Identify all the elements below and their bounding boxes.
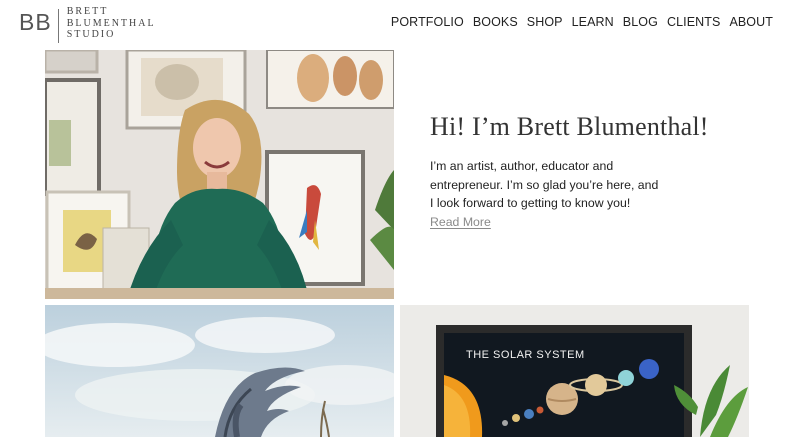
logo-line-1: BRETT <box>66 6 109 17</box>
intro-heading: Hi! I’m Brett Blumenthal! <box>430 112 709 141</box>
nav-learn[interactable]: LEARN <box>572 15 614 29</box>
logo-wordmark: BRETT BLUMENTHAL STUDIO <box>67 6 156 41</box>
solar-poster-title: THE SOLAR SYSTEM <box>466 349 585 361</box>
nav-books[interactable]: BOOKS <box>473 15 518 29</box>
artist-portrait-photo <box>45 50 394 299</box>
main-nav: PORTFOLIO BOOKS SHOP LEARN BLOG CLIENTS … <box>382 15 773 29</box>
heron-painting-illustration <box>45 305 394 437</box>
intro-section: Hi! I’m Brett Blumenthal! I’m an artist,… <box>430 112 709 231</box>
nav-shop[interactable]: SHOP <box>527 15 563 29</box>
read-more-link[interactable]: Read More <box>430 215 491 229</box>
logo-line-3: STUDIO <box>66 29 116 40</box>
logo-line-2: BLUMENTHAL <box>66 17 156 29</box>
logo-divider <box>57 9 59 43</box>
logo-monogram: BB <box>19 9 52 35</box>
nav-blog[interactable]: BLOG <box>623 15 658 29</box>
nav-clients[interactable]: CLIENTS <box>667 15 721 29</box>
solar-system-poster-tile[interactable]: THE SOLAR SYSTEM <box>400 305 749 437</box>
nav-about[interactable]: ABOUT <box>729 15 773 29</box>
artist-portrait-illustration <box>45 50 394 299</box>
heron-painting-tile[interactable] <box>45 305 394 437</box>
solar-system-illustration <box>400 305 749 437</box>
intro-paragraph: I’m an artist, author, educator and entr… <box>430 159 659 210</box>
nav-portfolio[interactable]: PORTFOLIO <box>391 15 464 29</box>
studio-logo[interactable]: BB BRETT BLUMENTHAL STUDIO <box>19 6 156 46</box>
